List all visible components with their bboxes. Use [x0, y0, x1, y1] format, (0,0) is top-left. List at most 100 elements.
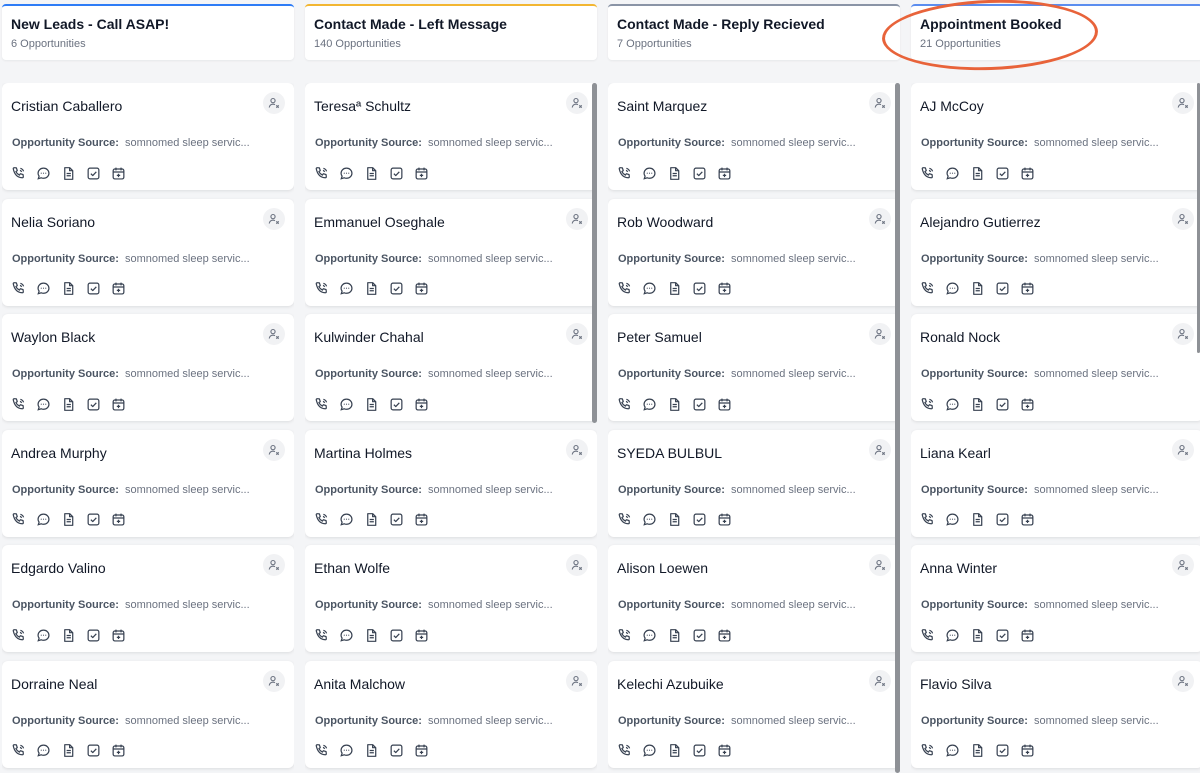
call-button[interactable]	[919, 743, 935, 759]
opportunity-card[interactable]: Flavio Silva Opportunity Source: somnomed…	[911, 660, 1200, 768]
notes-button[interactable]	[666, 281, 682, 297]
call-button[interactable]	[919, 627, 935, 643]
notes-button[interactable]	[60, 743, 76, 759]
notes-button[interactable]	[363, 281, 379, 297]
opportunity-card[interactable]: Ethan Wolfe Opportunity Source: somnomed …	[305, 545, 597, 652]
contact-name[interactable]: Kelechi Azubuike	[617, 676, 724, 692]
opportunity-card[interactable]: Cristian Caballero Opportunity Source: so…	[2, 83, 294, 190]
opportunity-card[interactable]: Kulwinder Chahal Opportunity Source: somn…	[305, 314, 597, 421]
opportunity-card[interactable]: Ronald Nock Opportunity Source: somnomed …	[911, 314, 1200, 421]
task-button[interactable]	[994, 627, 1010, 643]
notes-button[interactable]	[60, 281, 76, 297]
message-button[interactable]	[944, 165, 960, 181]
call-button[interactable]	[313, 396, 329, 412]
assign-user-button[interactable]	[263, 554, 285, 576]
task-button[interactable]	[85, 396, 101, 412]
appointment-button[interactable]	[1019, 165, 1035, 181]
assign-user-button[interactable]	[566, 92, 588, 114]
message-button[interactable]	[641, 165, 657, 181]
appointment-button[interactable]	[110, 165, 126, 181]
opportunity-card[interactable]: Alison Loewen Opportunity Source: somnome…	[608, 545, 900, 652]
assign-user-button[interactable]	[1172, 323, 1194, 345]
notes-button[interactable]	[60, 165, 76, 181]
column-header[interactable]: Contact Made - Reply Recieved 7 Opportun…	[608, 4, 900, 60]
message-button[interactable]	[338, 512, 354, 528]
call-button[interactable]	[313, 165, 329, 181]
contact-name[interactable]: Flavio Silva	[920, 676, 992, 692]
message-button[interactable]	[338, 165, 354, 181]
call-button[interactable]	[919, 281, 935, 297]
opportunity-card[interactable]: Saint Marquez Opportunity Source: somnome…	[608, 83, 900, 190]
notes-button[interactable]	[60, 627, 76, 643]
assign-user-button[interactable]	[869, 669, 891, 692]
column-scrollbar[interactable]	[592, 83, 597, 423]
opportunity-card[interactable]: Peter Samuel Opportunity Source: somnomed…	[608, 314, 900, 421]
task-button[interactable]	[994, 281, 1010, 297]
assign-user-button[interactable]	[869, 207, 891, 230]
appointment-button[interactable]	[413, 627, 429, 643]
assign-user-button[interactable]	[869, 554, 891, 576]
appointment-button[interactable]	[413, 396, 429, 412]
appointment-button[interactable]	[1019, 627, 1035, 643]
appointment-button[interactable]	[716, 743, 732, 759]
appointment-button[interactable]	[1019, 743, 1035, 759]
opportunity-card[interactable]: Nelia Soriano Opportunity Source: somnome…	[2, 198, 294, 306]
message-button[interactable]	[641, 743, 657, 759]
opportunity-card[interactable]: Martina Holmes Opportunity Source: somnom…	[305, 429, 597, 537]
task-button[interactable]	[85, 743, 101, 759]
call-button[interactable]	[919, 512, 935, 528]
assign-user-button[interactable]	[566, 554, 588, 576]
message-button[interactable]	[944, 512, 960, 528]
notes-button[interactable]	[666, 627, 682, 643]
message-button[interactable]	[338, 627, 354, 643]
opportunity-card[interactable]: SYEDA BULBUL Opportunity Source: somnomed…	[608, 429, 900, 537]
message-button[interactable]	[35, 165, 51, 181]
appointment-button[interactable]	[110, 281, 126, 297]
assign-user-button[interactable]	[263, 323, 285, 345]
assign-user-button[interactable]	[566, 207, 588, 230]
call-button[interactable]	[10, 396, 26, 412]
call-button[interactable]	[919, 396, 935, 412]
call-button[interactable]	[313, 281, 329, 297]
opportunity-card[interactable]: Anita Malchow Opportunity Source: somnome…	[305, 660, 597, 768]
task-button[interactable]	[691, 627, 707, 643]
call-button[interactable]	[313, 743, 329, 759]
assign-user-button[interactable]	[869, 438, 891, 461]
appointment-button[interactable]	[716, 165, 732, 181]
appointment-button[interactable]	[716, 627, 732, 643]
call-button[interactable]	[919, 165, 935, 181]
notes-button[interactable]	[363, 627, 379, 643]
contact-name[interactable]: Rob Woodward	[617, 214, 713, 230]
message-button[interactable]	[944, 396, 960, 412]
contact-name[interactable]: Alison Loewen	[617, 560, 708, 576]
task-button[interactable]	[388, 396, 404, 412]
notes-button[interactable]	[363, 512, 379, 528]
appointment-button[interactable]	[1019, 396, 1035, 412]
assign-user-button[interactable]	[1172, 438, 1194, 461]
notes-button[interactable]	[969, 512, 985, 528]
message-button[interactable]	[944, 281, 960, 297]
appointment-button[interactable]	[413, 743, 429, 759]
task-button[interactable]	[85, 165, 101, 181]
call-button[interactable]	[10, 281, 26, 297]
contact-name[interactable]: Andrea Murphy	[11, 445, 107, 461]
task-button[interactable]	[994, 396, 1010, 412]
opportunity-card[interactable]: Kelechi Azubuike Opportunity Source: somn…	[608, 660, 900, 768]
appointment-button[interactable]	[413, 165, 429, 181]
notes-button[interactable]	[363, 165, 379, 181]
notes-button[interactable]	[666, 743, 682, 759]
contact-name[interactable]: Nelia Soriano	[11, 214, 95, 230]
assign-user-button[interactable]	[263, 438, 285, 461]
opportunity-card[interactable]: Emmanuel Oseghale Opportunity Source: som…	[305, 198, 597, 306]
assign-user-button[interactable]	[566, 438, 588, 461]
opportunity-card[interactable]: Teresaª Schultz Opportunity Source: somno…	[305, 83, 597, 190]
message-button[interactable]	[338, 396, 354, 412]
task-button[interactable]	[691, 396, 707, 412]
message-button[interactable]	[641, 627, 657, 643]
notes-button[interactable]	[969, 396, 985, 412]
assign-user-button[interactable]	[869, 92, 891, 114]
appointment-button[interactable]	[413, 512, 429, 528]
message-button[interactable]	[338, 743, 354, 759]
contact-name[interactable]: AJ McCoy	[920, 98, 984, 114]
task-button[interactable]	[85, 627, 101, 643]
